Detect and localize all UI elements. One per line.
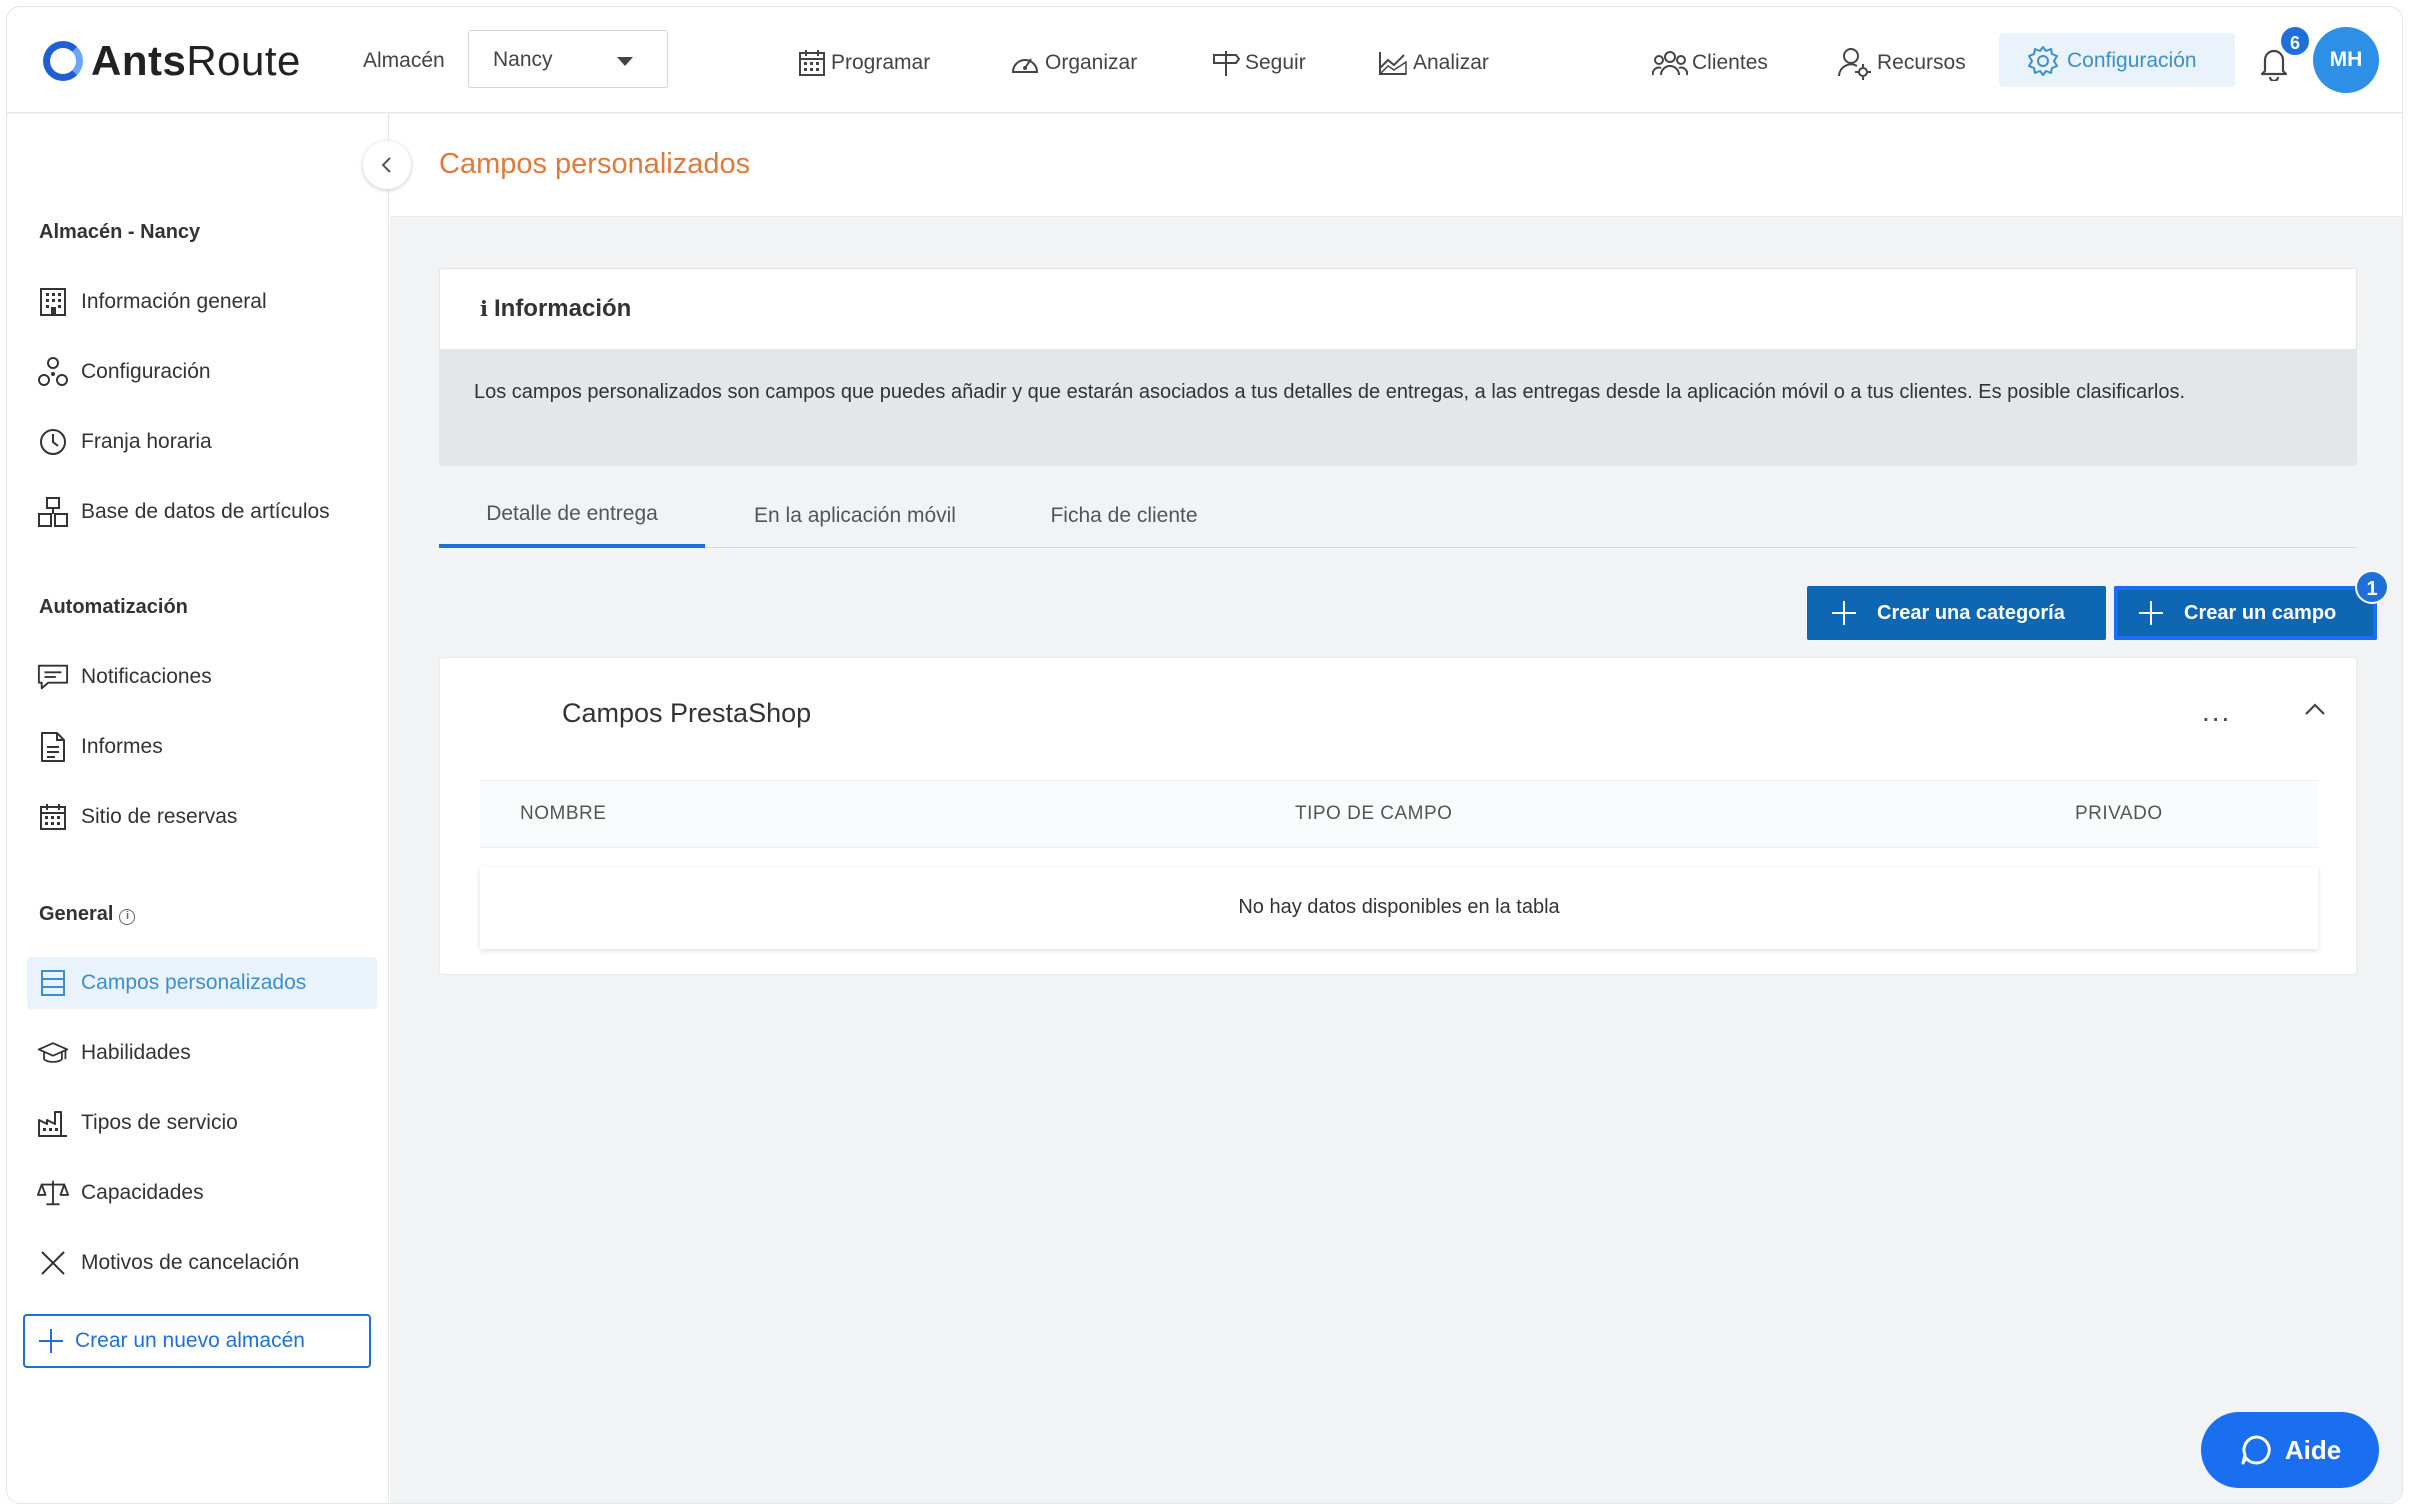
nav-programar[interactable]: Programar (797, 47, 930, 79)
user-avatar[interactable]: MH (2313, 27, 2379, 93)
sidebar-item-campos-personalizados[interactable]: Campos personalizados (27, 957, 377, 1009)
section-title-automation: Automatización (39, 596, 188, 618)
caret-down-icon (617, 57, 633, 66)
main-content: Campos personalizados ℹ Información Los … (390, 114, 2402, 1503)
column-header-tipo-de-campo[interactable]: TIPO DE CAMPO (1295, 803, 1452, 825)
sidebar-item-informes[interactable]: Informes (27, 721, 377, 773)
sidebar-item-informacion-general[interactable]: Información general (27, 276, 377, 328)
building-icon (37, 286, 69, 318)
collapse-sidebar-button[interactable] (363, 141, 411, 189)
page-title: Campos personalizados (439, 148, 751, 180)
calendar-icon (799, 50, 825, 76)
factory-icon (37, 1107, 69, 1139)
chevron-left-icon (381, 157, 391, 173)
plus-icon (1832, 601, 1856, 625)
sidebar-item-habilidades[interactable]: Habilidades (27, 1027, 377, 1079)
create-category-button[interactable]: Crear una categoría (1807, 586, 2106, 640)
logo-mark-icon (43, 41, 83, 81)
create-field-button[interactable]: Crear un campo 1 (2114, 570, 2389, 640)
nav-organizar[interactable]: Organizar (1009, 47, 1137, 79)
page-header: Campos personalizados (390, 114, 2402, 217)
top-navigation-bar: AntsRoute Almacén Nancy Programar Organi… (7, 7, 2402, 113)
info-panel-title: Información (493, 295, 632, 322)
users-icon (1652, 51, 1688, 76)
warehouse-select-value: Nancy (493, 48, 553, 71)
sidebar-item-motivos-de-cancelacion[interactable]: Motivos de cancelación (27, 1237, 377, 1289)
gear-icon (2028, 46, 2058, 76)
warehouse-label: Almacén (363, 49, 445, 72)
info-panel: ℹ Información Los campos personalizados … (439, 268, 2357, 466)
info-circle-icon[interactable]: i (119, 909, 136, 925)
graduation-cap-icon (37, 1037, 69, 1069)
user-gear-icon (1838, 48, 1871, 80)
clock-icon (37, 426, 69, 458)
sidebar: Almacén - Nancy Información general Conf… (7, 114, 411, 1503)
help-button[interactable]: Aide (2201, 1412, 2379, 1488)
calendar-icon (37, 801, 69, 833)
nav-seguir[interactable]: Seguir (1211, 47, 1306, 79)
plus-icon (2139, 601, 2163, 625)
section-title-general: General i (39, 903, 136, 926)
document-icon (37, 731, 69, 763)
info-panel-text: Los campos personalizados son campos que… (440, 349, 2356, 466)
nav-analizar[interactable]: Analizar (1377, 47, 1489, 79)
chart-icon (1378, 52, 1407, 75)
app-window: AntsRoute Almacén Nancy Programar Organi… (6, 6, 2403, 1504)
sidebar-item-base-de-datos[interactable]: Base de datos de artículos (27, 486, 377, 538)
tab-aplicacion-movil[interactable]: En la aplicación móvil (705, 484, 1005, 548)
tab-ficha-de-cliente[interactable]: Ficha de cliente (1005, 484, 1243, 548)
tab-bar: Detalle de entrega En la aplicación móvi… (439, 484, 2357, 548)
list-icon (37, 967, 69, 999)
more-options-icon[interactable]: ... (2202, 696, 2231, 728)
section-title-warehouse: Almacén - Nancy (39, 221, 201, 243)
plus-icon (39, 1329, 63, 1353)
nav-configuracion[interactable]: Configuración (1999, 33, 2235, 87)
notification-badge: 6 (2279, 25, 2311, 57)
signpost-icon (1213, 51, 1241, 76)
tab-detalle-de-entrega[interactable]: Detalle de entrega (439, 484, 705, 548)
sidebar-item-sitio-de-reservas[interactable]: Sitio de reservas (27, 791, 377, 843)
x-icon (37, 1247, 69, 1279)
nav-clientes[interactable]: Clientes (1652, 47, 1768, 79)
column-header-privado[interactable]: PRIVADO (2075, 803, 2163, 825)
scale-icon (37, 1177, 69, 1209)
category-card: Campos PrestaShop ... NOMBRE TIPO DE CAM… (439, 657, 2357, 975)
sidebar-item-franja-horaria[interactable]: Franja horaria (27, 416, 377, 468)
table-header: NOMBRE TIPO DE CAMPO PRIVADO (480, 780, 2318, 848)
speedometer-icon (1011, 58, 1039, 73)
table-empty-message: No hay datos disponibles en la tabla (480, 867, 2318, 949)
sidebar-item-configuracion[interactable]: Configuración (27, 346, 377, 398)
create-warehouse-button[interactable]: Crear un nuevo almacén (23, 1314, 371, 1368)
step-badge: 1 (2355, 570, 2389, 604)
chat-bubble-icon (2241, 1435, 2271, 1465)
category-title: Campos PrestaShop (562, 698, 812, 728)
sidebar-item-tipos-de-servicio[interactable]: Tipos de servicio (27, 1097, 377, 1149)
sidebar-item-notificaciones[interactable]: Notificaciones (27, 651, 377, 703)
sidebar-item-capacidades[interactable]: Capacidades (27, 1167, 377, 1219)
chevron-up-icon[interactable] (2304, 702, 2326, 716)
nav-recursos[interactable]: Recursos (1837, 47, 1966, 80)
column-header-nombre[interactable]: NOMBRE (520, 803, 606, 825)
info-panel-header: ℹ Información (440, 269, 2356, 349)
nodes-icon (37, 356, 69, 388)
boxes-icon (37, 496, 69, 528)
info-icon: ℹ (480, 297, 488, 321)
warehouse-select[interactable]: Nancy (468, 30, 668, 88)
antsroute-logo[interactable]: AntsRoute (43, 35, 301, 87)
message-icon (37, 661, 69, 693)
